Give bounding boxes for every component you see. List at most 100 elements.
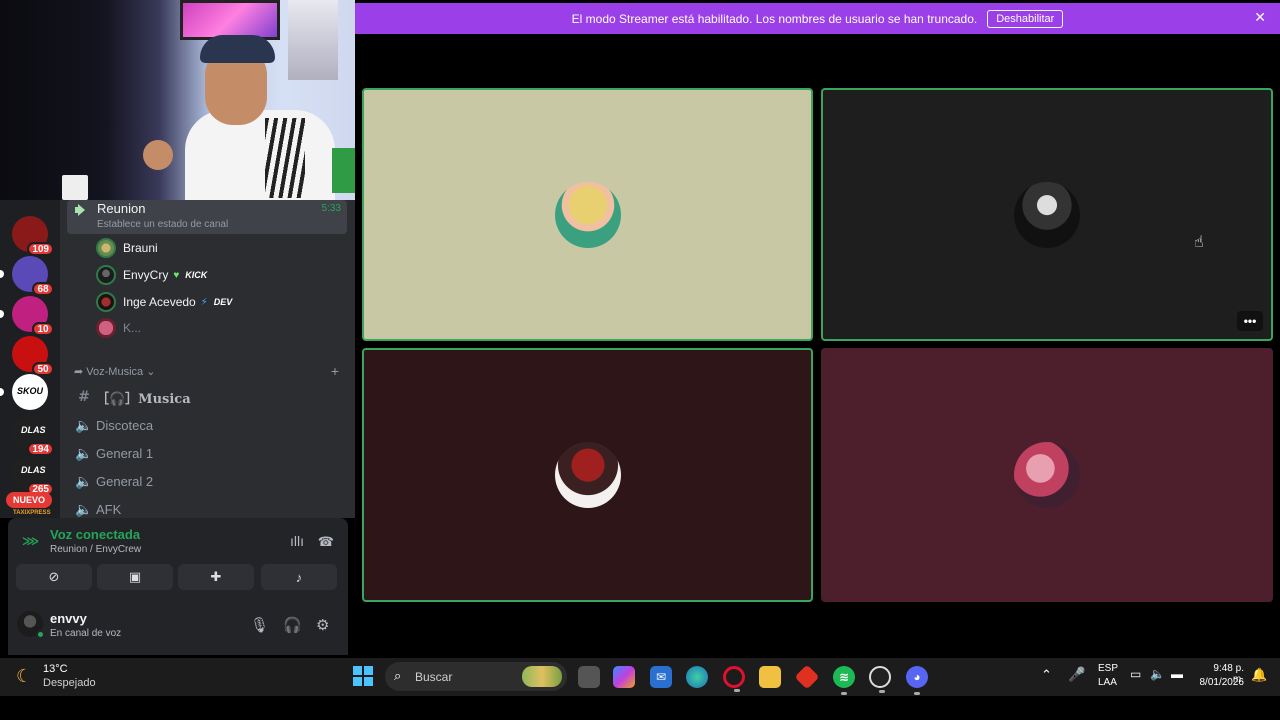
- disconnect-icon[interactable]: ☎: [318, 534, 334, 550]
- screen-share-icon: ▣: [128, 569, 142, 584]
- microphone-in-use-icon[interactable]: 🎤: [1068, 666, 1085, 683]
- noise-suppression-icon[interactable]: ıllı: [290, 533, 304, 549]
- notification-icon[interactable]: 🔔: [1251, 667, 1267, 683]
- avatar: [96, 238, 116, 258]
- avatar: [554, 442, 621, 508]
- channel-discoteca[interactable]: 🔈 Discoteca: [74, 414, 153, 436]
- participant-tile[interactable]: [362, 348, 813, 602]
- copilot-icon[interactable]: [613, 666, 635, 688]
- avatar: [96, 292, 116, 312]
- gear-icon[interactable]: ⚙: [316, 616, 329, 634]
- channel-musica[interactable]: # ［🎧］Musica: [74, 386, 191, 408]
- speaker-icon: 🔈: [75, 500, 93, 517]
- hand: [143, 140, 173, 170]
- channel-label: ［🎧］Musica: [96, 391, 191, 407]
- username[interactable]: envvy: [50, 611, 87, 626]
- new-server-badge[interactable]: NUEVO: [6, 492, 52, 508]
- app-red-diamond-icon[interactable]: [794, 664, 820, 690]
- category-header[interactable]: ➦ Voz-Musica ⌄: [74, 365, 155, 378]
- voice-member[interactable]: K...: [96, 318, 141, 338]
- microphone-icon[interactable]: 🎙: [250, 616, 269, 634]
- screen-share-button[interactable]: ▣: [97, 564, 173, 590]
- discord-icon[interactable]: ◕: [906, 666, 928, 695]
- search-placeholder: Buscar: [415, 670, 453, 684]
- banner-text: El modo Streamer está habilitado. Los no…: [571, 11, 978, 26]
- weather-temperature[interactable]: 13°C: [43, 663, 68, 675]
- server-icon[interactable]: 10: [0, 296, 54, 336]
- server-rail: 109 68 10 50 SKOU DLAS 194 DLAS 265 NUEV…: [0, 200, 60, 518]
- person: [185, 110, 335, 200]
- green-object: [332, 148, 355, 193]
- chevron-up-icon[interactable]: ⌃: [1041, 667, 1052, 683]
- call-timer: 5:33: [321, 203, 341, 214]
- member-name: K...: [123, 321, 142, 335]
- server-icon[interactable]: SKOU: [0, 374, 48, 410]
- server-icon[interactable]: DLAS 194: [12, 416, 54, 456]
- edge-icon[interactable]: [686, 666, 708, 688]
- disable-streamer-button[interactable]: Deshabilitar: [987, 9, 1064, 28]
- input-language[interactable]: ESP: [1098, 663, 1118, 674]
- network-icon[interactable]: ▭: [1130, 667, 1141, 681]
- channel-label: General 2: [96, 473, 154, 489]
- channel-status[interactable]: Establece un estado de canal: [97, 219, 228, 230]
- mention-badge: 109: [27, 242, 54, 256]
- opera-icon[interactable]: [723, 666, 745, 692]
- activities-button[interactable]: ✚: [178, 564, 254, 590]
- weather-condition[interactable]: Despejado: [43, 677, 96, 689]
- moon-icon[interactable]: ☾: [16, 666, 32, 687]
- windows-start-icon[interactable]: [353, 666, 373, 686]
- server-icon[interactable]: 109: [12, 216, 54, 256]
- participant-tile[interactable]: •••: [821, 88, 1273, 341]
- voice-member[interactable]: Brauni: [96, 238, 158, 258]
- participant-tile[interactable]: [821, 348, 1273, 602]
- file-explorer-icon[interactable]: [759, 666, 781, 688]
- server-logo-text: DLAS: [21, 465, 46, 475]
- avatar: [554, 181, 621, 248]
- obs-icon[interactable]: [869, 666, 891, 693]
- input-layout[interactable]: LAA: [1098, 677, 1117, 688]
- task-view-icon[interactable]: [578, 666, 600, 688]
- camera-off-icon: ⊘: [48, 569, 60, 584]
- voice-connected-channel[interactable]: Reunion / EnvyCrew: [50, 544, 141, 555]
- spotify-icon[interactable]: ≋: [833, 666, 855, 695]
- server-logo-text: DLAS: [21, 425, 46, 435]
- active-voice-channel[interactable]: Reunion 5:33 Establece un estado de cana…: [67, 200, 347, 234]
- more-options-button[interactable]: •••: [1237, 311, 1263, 331]
- channel-general-2[interactable]: 🔈 General 2: [74, 470, 153, 492]
- member-name: Brauni: [123, 241, 158, 255]
- signal-icon[interactable]: ⋙: [22, 534, 39, 548]
- battery-icon[interactable]: ▬: [1171, 667, 1183, 681]
- voice-member[interactable]: Inge Acevedo ⚡ DEV: [96, 292, 232, 312]
- heart-icon: ♥: [173, 269, 180, 281]
- soundboard-button[interactable]: ♪: [261, 564, 337, 590]
- server-logo-text: SKOU: [17, 386, 44, 396]
- search-box[interactable]: ⌕ Buscar: [385, 662, 567, 691]
- clock-date[interactable]: 8/01/2026: [1196, 677, 1245, 688]
- voice-member[interactable]: EnvyCry ♥ KICK: [96, 265, 207, 285]
- mail-icon[interactable]: ✉: [650, 666, 672, 688]
- voice-connected-title[interactable]: Voz conectada: [50, 527, 140, 542]
- server-icon[interactable]: 68: [0, 256, 54, 296]
- wall-poster: [180, 0, 280, 40]
- close-icon[interactable]: ✕: [1254, 9, 1266, 26]
- speaker-icon: 🔈: [75, 472, 93, 489]
- bolt-icon: ⚡: [200, 296, 208, 308]
- camera-off-button[interactable]: ⊘: [16, 564, 92, 590]
- headphones-icon[interactable]: 🎧: [283, 616, 302, 634]
- soundboard-icon: ♪: [295, 569, 303, 585]
- add-channel-icon[interactable]: +: [331, 363, 339, 379]
- avatar: [1014, 442, 1080, 508]
- participant-tile[interactable]: [362, 88, 813, 341]
- wall-poster: [288, 0, 338, 80]
- avatar: [96, 318, 116, 338]
- server-icon[interactable]: DLAS 265: [12, 456, 54, 496]
- volume-icon[interactable]: 🔈: [1150, 667, 1165, 681]
- voice-connection-panel: ⋙ Voz conectada Reunion / EnvyCrew ıllı …: [8, 518, 348, 598]
- channel-general-1[interactable]: 🔈 General 1: [74, 442, 153, 464]
- status-dot: [36, 630, 45, 639]
- server-icon[interactable]: 50: [12, 336, 54, 376]
- unread-pip: [0, 388, 4, 396]
- unread-pip: [0, 270, 4, 278]
- channel-afk[interactable]: 🔈 AFK: [74, 498, 121, 518]
- activities-icon: ✚: [210, 569, 222, 584]
